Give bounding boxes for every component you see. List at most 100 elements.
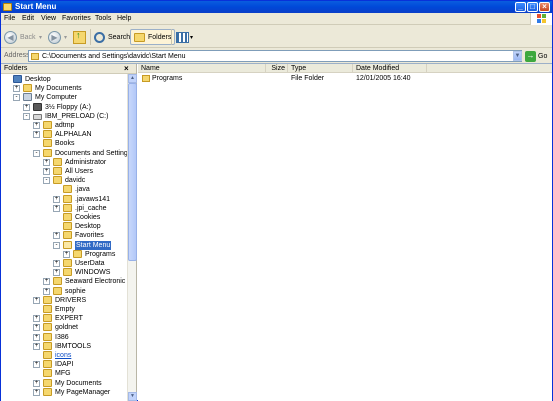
- list-item[interactable]: Programs File Folder 12/01/2005 16:40: [138, 74, 552, 83]
- tree-item[interactable]: + Favorites: [1, 231, 127, 240]
- expand-icon[interactable]: +: [53, 260, 60, 267]
- tree-item[interactable]: + UserData: [1, 259, 127, 268]
- expand-icon[interactable]: +: [33, 361, 40, 369]
- tree-item[interactable]: + Programs: [1, 249, 127, 259]
- expand-icon[interactable]: +: [33, 131, 40, 139]
- scroll-thumb[interactable]: [128, 83, 137, 261]
- back-dropdown[interactable]: ▾: [39, 29, 42, 45]
- column-name[interactable]: Name: [138, 64, 266, 73]
- tree-item[interactable]: + .javaws141: [1, 194, 127, 204]
- tree-item[interactable]: icons: [1, 351, 127, 360]
- tree-item[interactable]: + WINDOWS: [1, 268, 127, 277]
- minimize-button[interactable]: _: [515, 2, 526, 12]
- expand-icon[interactable]: +: [63, 250, 70, 258]
- tree-item[interactable]: - davidc: [1, 176, 127, 185]
- up-folder-button[interactable]: [73, 29, 86, 45]
- tree-item[interactable]: +3½ Floppy (A:): [1, 102, 127, 112]
- expand-icon[interactable]: +: [33, 296, 40, 304]
- folders-pane-close-button[interactable]: ×: [124, 64, 129, 73]
- tree-item[interactable]: MFG: [1, 369, 127, 378]
- collapse-icon[interactable]: -: [23, 112, 30, 120]
- views-button[interactable]: ▾: [176, 29, 193, 45]
- expand-icon[interactable]: +: [33, 122, 40, 129]
- go-label: Go: [538, 52, 548, 60]
- tree-item[interactable]: + sophie: [1, 286, 127, 296]
- menu-favorites[interactable]: Favorites: [62, 15, 91, 23]
- menu-help[interactable]: Help: [117, 15, 131, 23]
- expand-icon[interactable]: +: [43, 287, 50, 295]
- expand-icon[interactable]: +: [33, 342, 40, 350]
- forward-button[interactable]: ▶: [48, 29, 61, 45]
- tree-item-label: Desktop: [25, 76, 51, 83]
- folder-tree-scrollbar[interactable]: ▲ ▼: [127, 74, 137, 401]
- expand-icon[interactable]: +: [43, 278, 50, 286]
- title-bar[interactable]: Start Menu _ □ ×: [1, 1, 552, 13]
- expand-icon[interactable]: +: [43, 158, 50, 166]
- menu-edit[interactable]: Edit: [22, 15, 34, 23]
- column-size[interactable]: Size: [266, 64, 288, 73]
- expand-icon[interactable]: +: [53, 232, 60, 240]
- tree-item[interactable]: + My Documents: [1, 378, 127, 388]
- tree-item[interactable]: + ALPHALAN: [1, 130, 127, 139]
- tree-item[interactable]: Books: [1, 139, 127, 148]
- expand-icon[interactable]: +: [33, 333, 40, 341]
- tree-item[interactable]: Desktop: [1, 75, 127, 84]
- tree-item[interactable]: Cookies: [1, 213, 127, 222]
- tree-item[interactable]: + I386: [1, 332, 127, 342]
- expand-icon[interactable]: +: [33, 324, 40, 332]
- expand-icon[interactable]: +: [33, 388, 40, 396]
- tree-item[interactable]: + IDAPI: [1, 360, 127, 369]
- tree-item[interactable]: - IBM_PRELOAD (C:): [1, 112, 127, 121]
- tree-item[interactable]: - My Computer: [1, 93, 127, 102]
- close-button[interactable]: ×: [539, 2, 550, 12]
- tree-item[interactable]: + DRIVERS: [1, 295, 127, 305]
- folder-icon: [63, 185, 72, 194]
- expand-icon[interactable]: +: [33, 379, 40, 387]
- expand-icon[interactable]: +: [33, 315, 40, 323]
- menu-file[interactable]: File: [4, 15, 15, 23]
- tree-item[interactable]: .java: [1, 185, 127, 194]
- tree-item[interactable]: Empty: [1, 305, 127, 314]
- tree-item[interactable]: + IBMTOOLS: [1, 341, 127, 351]
- tree-item[interactable]: + Administrator: [1, 157, 127, 167]
- forward-dropdown[interactable]: ▾: [64, 29, 67, 45]
- scroll-up-button[interactable]: ▲: [128, 74, 137, 83]
- expand-icon[interactable]: +: [13, 85, 20, 93]
- expand-icon[interactable]: +: [43, 168, 50, 175]
- back-button[interactable]: ◀ Back: [4, 29, 36, 45]
- collapse-icon[interactable]: -: [53, 241, 60, 249]
- expand-icon[interactable]: +: [53, 269, 60, 277]
- address-dropdown-icon[interactable]: ▼: [513, 51, 522, 61]
- expand-icon[interactable]: +: [23, 103, 30, 111]
- collapse-icon[interactable]: -: [33, 149, 40, 157]
- menu-view[interactable]: View: [41, 15, 56, 23]
- tree-item[interactable]: + adtmp: [1, 121, 127, 130]
- search-button[interactable]: Search: [94, 29, 130, 45]
- tree-item[interactable]: - Documents and Settings: [1, 148, 127, 158]
- tree-item[interactable]: + goldnet: [1, 323, 127, 332]
- expand-icon[interactable]: +: [53, 195, 60, 203]
- tree-item-label: .jpi_cache: [75, 204, 107, 212]
- folder-icon: [53, 277, 62, 286]
- column-date-modified[interactable]: Date Modified: [353, 64, 427, 73]
- folders-button[interactable]: Folders: [130, 29, 176, 45]
- tree-item[interactable]: - Start Menu: [1, 240, 127, 250]
- collapse-icon[interactable]: -: [43, 177, 50, 185]
- address-input[interactable]: C:\Documents and Settings\davidc\Start M…: [28, 50, 522, 62]
- tree-item[interactable]: + My PageManager: [1, 387, 127, 397]
- scroll-down-button[interactable]: ▼: [128, 392, 137, 401]
- menu-tools[interactable]: Tools: [95, 15, 111, 23]
- item-date: 12/01/2005 16:40: [356, 75, 411, 82]
- tree-item-label: Books: [55, 140, 75, 148]
- expand-icon[interactable]: +: [53, 204, 60, 212]
- go-button[interactable]: → Go: [525, 50, 547, 62]
- maximize-button[interactable]: □: [527, 2, 538, 12]
- tree-item[interactable]: + All Users: [1, 167, 127, 176]
- tree-item[interactable]: + .jpi_cache: [1, 203, 127, 213]
- tree-item[interactable]: Desktop: [1, 222, 127, 231]
- tree-item[interactable]: + My Documents: [1, 84, 127, 93]
- collapse-icon[interactable]: -: [13, 94, 20, 102]
- tree-item[interactable]: + EXPERT: [1, 314, 127, 323]
- tree-item[interactable]: + Seaward Electronic: [1, 277, 127, 286]
- column-type[interactable]: Type: [288, 64, 353, 73]
